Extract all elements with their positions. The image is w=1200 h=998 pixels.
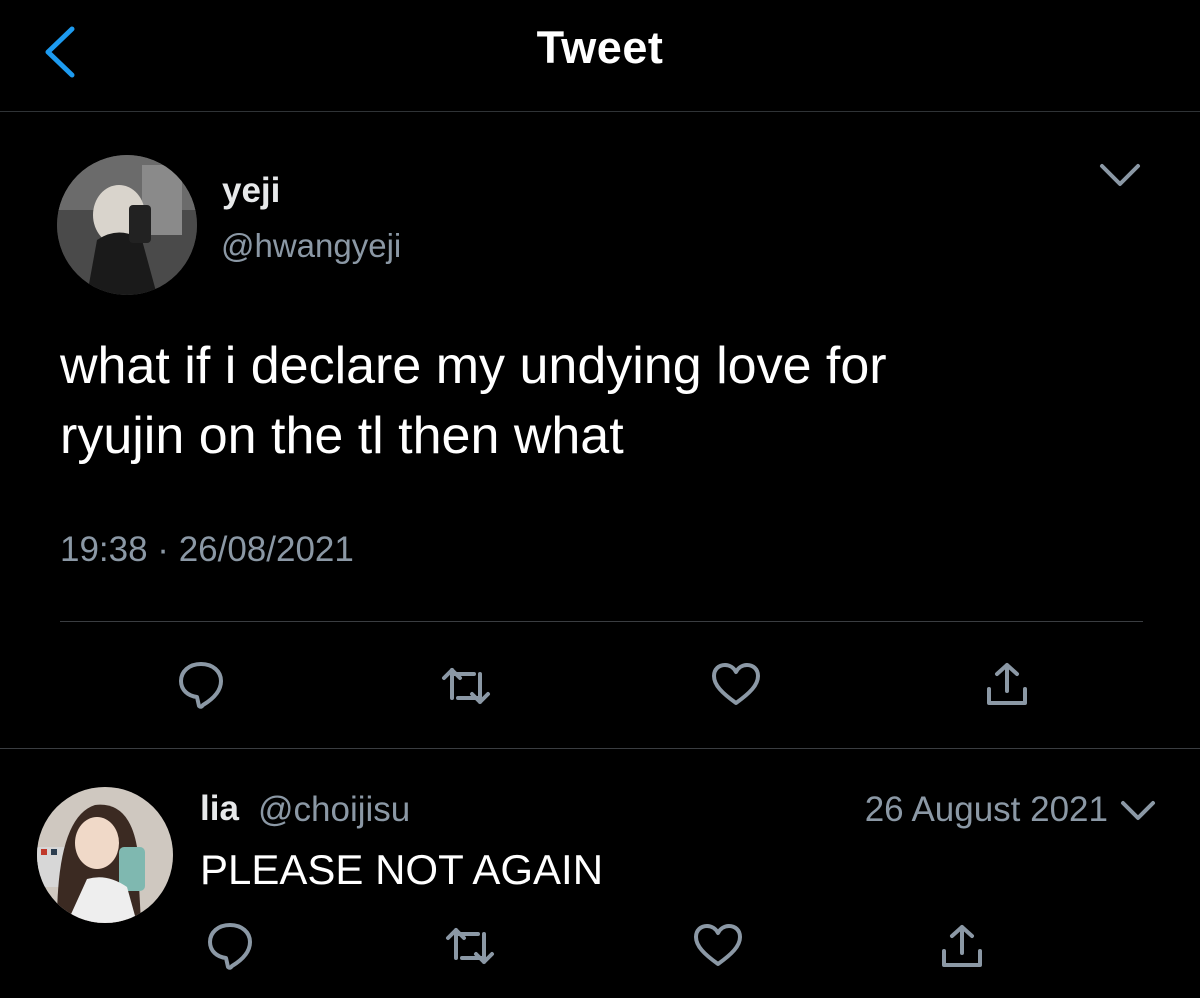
top-navigation-bar: Tweet	[0, 0, 1200, 112]
like-icon	[694, 924, 742, 966]
chevron-down-icon	[1121, 801, 1155, 820]
tweet-text-line: what if i declare my undying love for	[60, 337, 887, 395]
reply-menu-button[interactable]	[1118, 797, 1158, 830]
like-button[interactable]	[706, 655, 766, 715]
reply-author-display-name[interactable]: lia	[200, 789, 239, 829]
divider	[0, 748, 1200, 749]
tweet-text: what if i declare my undying love for ry…	[60, 331, 1140, 471]
retweet-button[interactable]	[440, 916, 500, 976]
like-button[interactable]	[688, 916, 748, 976]
profile-photo-lia	[37, 787, 173, 923]
reply-button[interactable]	[200, 915, 260, 975]
profile-photo-yeji	[57, 155, 197, 295]
chevron-down-icon	[1100, 164, 1140, 186]
reply-text: PLEASE NOT AGAIN	[200, 846, 604, 893]
avatar[interactable]	[57, 155, 197, 295]
like-icon	[712, 663, 760, 705]
reply-date[interactable]: 26 August 2021	[865, 790, 1108, 830]
main-tweet: yeji @hwangyeji what if i declare my und…	[0, 112, 1200, 748]
author-handle[interactable]: @hwangyeji	[221, 227, 401, 265]
retweet-button[interactable]	[436, 656, 496, 716]
share-icon	[942, 925, 982, 967]
share-button[interactable]	[932, 917, 992, 977]
reply-icon	[208, 923, 252, 970]
retweet-icon	[442, 668, 490, 704]
reply-author-handle[interactable]: @choijisu	[258, 790, 410, 830]
retweet-icon	[446, 928, 494, 964]
tweet-text-line: ryujin on the tl then what	[60, 407, 624, 465]
reply-button[interactable]	[171, 654, 231, 714]
tweet-timestamp[interactable]: 19:38 · 26/08/2021	[60, 530, 354, 570]
tweet-menu-button[interactable]	[1096, 160, 1144, 197]
share-button[interactable]	[977, 655, 1037, 715]
reply-icon	[179, 662, 223, 709]
share-icon	[987, 663, 1027, 705]
page-title: Tweet	[536, 22, 664, 73]
divider	[60, 621, 1143, 622]
author-display-name[interactable]: yeji	[222, 171, 280, 211]
avatar[interactable]	[37, 787, 173, 923]
